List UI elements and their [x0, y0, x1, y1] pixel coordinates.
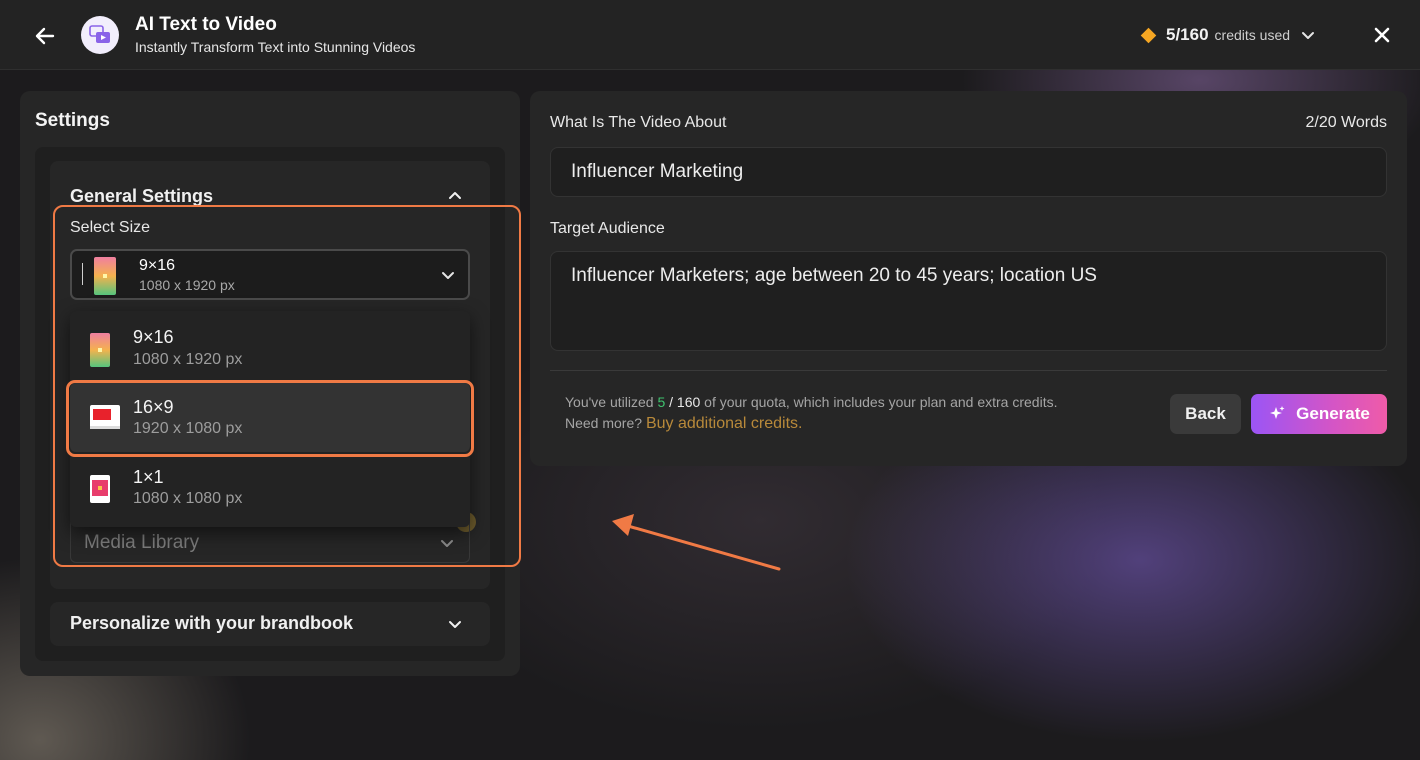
media-library-select[interactable]: Media Library	[70, 522, 470, 563]
chevron-down-icon[interactable]	[447, 616, 463, 632]
divider	[550, 370, 1387, 371]
diamond-icon	[1140, 27, 1157, 43]
quota-prefix: You've utilized	[565, 394, 658, 410]
need-more-text: Need more? Buy additional credits.	[565, 415, 802, 433]
quota-sep: /	[665, 394, 677, 410]
square-thumbnail-icon	[90, 475, 110, 503]
settings-title: Settings	[35, 110, 110, 131]
size-option-name: 1×1	[133, 467, 164, 487]
app-logo	[81, 16, 119, 54]
video-form-panel: What Is The Video About 2/20 Words Targe…	[530, 91, 1407, 466]
video-icon	[89, 25, 110, 43]
quota-total: 160	[676, 394, 701, 410]
size-option-name: 16×9	[133, 397, 174, 417]
size-dropdown: 9×16 1080 x 1920 px 16×9 1920 x 1080 px …	[70, 311, 470, 527]
back-button[interactable]: Back	[1170, 394, 1241, 434]
landscape-thumbnail-icon	[90, 405, 120, 429]
word-count: 2/20 Words	[1305, 114, 1387, 131]
selected-size-dim: 1080 x 1920 px	[139, 277, 235, 293]
chevron-down-icon[interactable]	[1300, 27, 1316, 43]
audience-label: Target Audience	[550, 220, 665, 237]
size-option-16x9[interactable]: 16×9 1920 x 1080 px	[70, 383, 470, 452]
chevron-up-icon[interactable]	[447, 188, 463, 204]
buy-credits-link[interactable]: Buy additional credits.	[646, 415, 803, 432]
brandbook-title: Personalize with your brandbook	[70, 613, 354, 633]
size-option-9x16[interactable]: 9×16 1080 x 1920 px	[70, 311, 470, 380]
quota-text: You've utilized 5 / 160 of your quota, w…	[565, 394, 1057, 410]
credits-count: 5/160	[1166, 25, 1209, 44]
general-settings-title[interactable]: General Settings	[70, 186, 213, 207]
selected-size-name: 9×16	[139, 257, 176, 274]
audience-input[interactable]: Influencer Marketers; age between 20 to …	[550, 251, 1387, 351]
close-icon[interactable]	[1372, 25, 1392, 45]
sparkle-icon	[1270, 406, 1285, 419]
need-more-label: Need more?	[565, 415, 646, 431]
topic-label: What Is The Video About	[550, 114, 727, 131]
media-library-label: Media Library	[84, 532, 200, 553]
app-subtitle: Instantly Transform Text into Stunning V…	[135, 39, 416, 55]
quota-suffix: of your quota, which includes your plan …	[700, 394, 1058, 410]
portrait-thumbnail-icon	[90, 333, 110, 367]
text-cursor	[82, 263, 83, 285]
size-option-1x1[interactable]: 1×1 1080 x 1080 px	[70, 455, 470, 524]
size-option-dim: 1080 x 1080 px	[133, 490, 243, 507]
back-arrow-icon[interactable]	[33, 24, 57, 48]
size-option-dim: 1920 x 1080 px	[133, 420, 243, 437]
size-option-name: 9×16	[133, 327, 174, 347]
generate-label: Generate	[1296, 404, 1370, 423]
select-size-label: Select Size	[70, 219, 151, 236]
credits-label: credits used	[1214, 27, 1291, 43]
credits-menu[interactable]: 5/160 credits used	[1140, 24, 1316, 46]
generate-button[interactable]: Generate	[1251, 394, 1387, 434]
brandbook-section[interactable]: Personalize with your brandbook	[50, 602, 490, 646]
size-option-dim: 1080 x 1920 px	[133, 351, 243, 368]
size-select[interactable]: 9×16 1080 x 1920 px	[70, 249, 470, 300]
top-bar: AI Text to Video Instantly Transform Tex…	[0, 0, 1420, 70]
portrait-thumbnail-icon	[94, 257, 116, 295]
chevron-down-icon[interactable]	[439, 535, 455, 551]
app-title: AI Text to Video	[135, 14, 277, 35]
chevron-down-icon[interactable]	[440, 267, 456, 283]
topic-input[interactable]	[550, 147, 1387, 197]
